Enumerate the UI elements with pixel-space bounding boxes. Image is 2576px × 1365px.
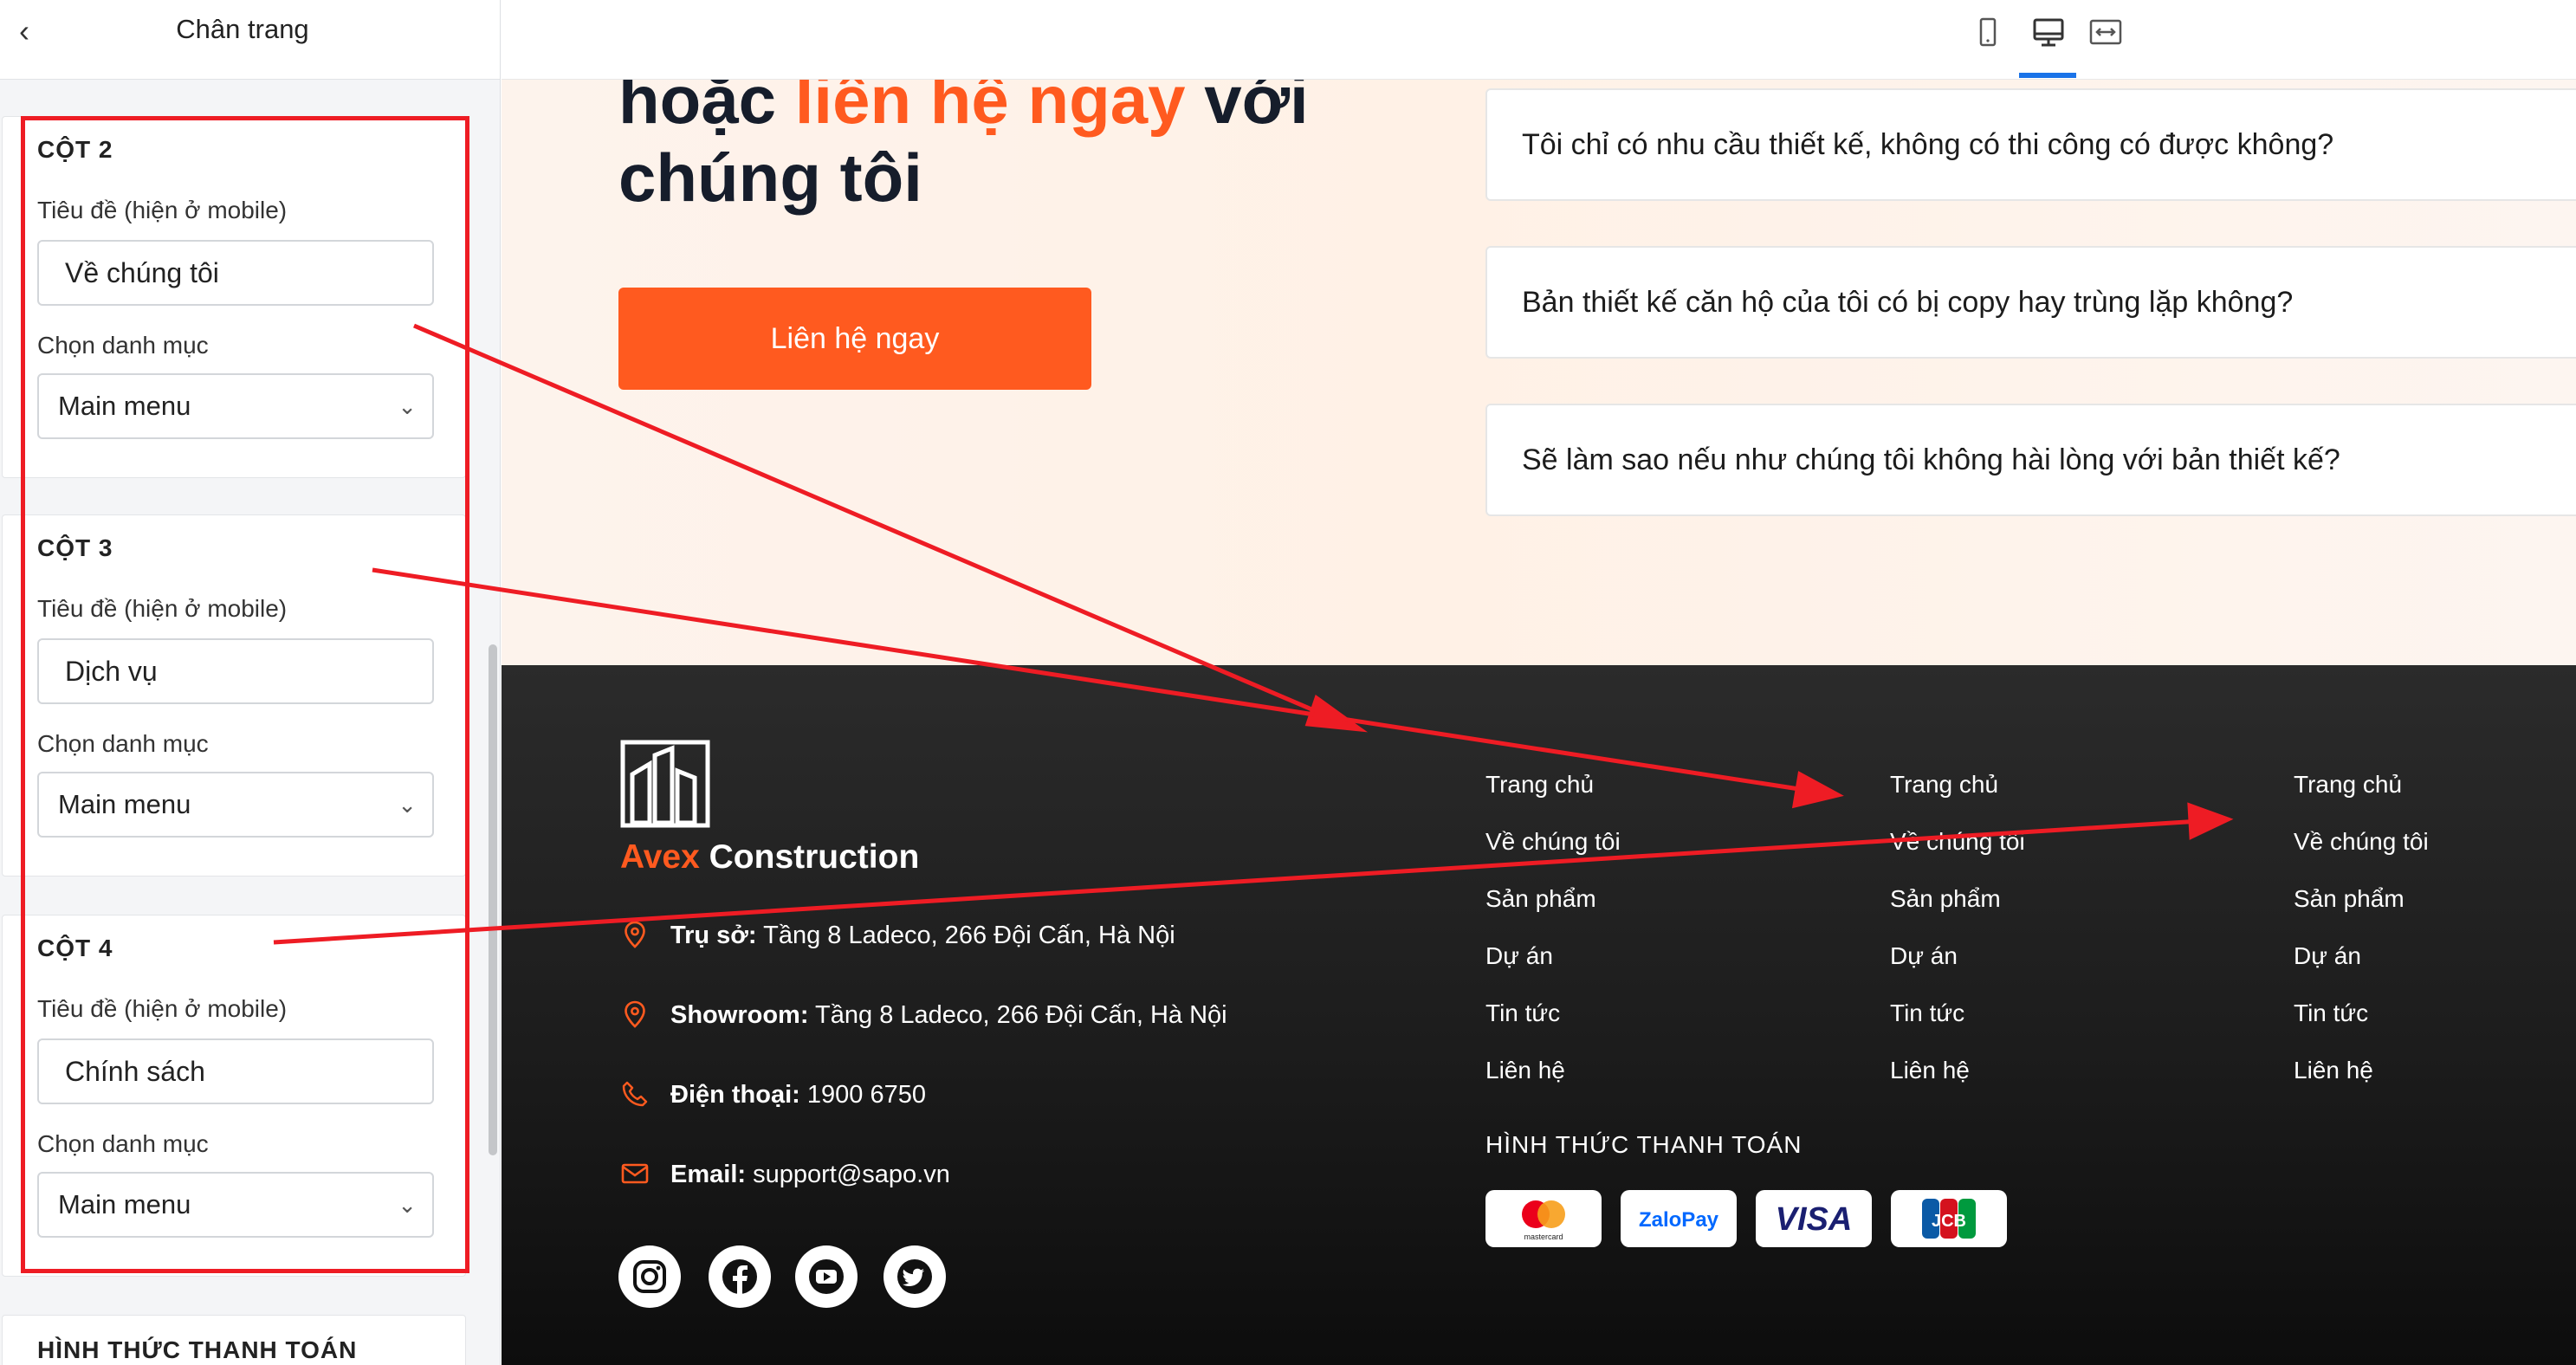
payment-section-card[interactable]: HÌNH THỨC THANH TOÁN: [2, 1315, 466, 1365]
jcb-label: JCB: [1932, 1212, 1966, 1231]
footer-menu-link[interactable]: Sản phẩm: [1485, 885, 1596, 913]
column-4-menu-select[interactable]: Main menu ⌄: [37, 1172, 434, 1238]
panel-scrollbar-thumb[interactable]: [489, 644, 497, 1155]
footer-menu-link[interactable]: Về chúng tôi: [1485, 828, 1621, 856]
column-3-menu-select[interactable]: Main menu ⌄: [37, 772, 434, 838]
phone-icon: [622, 1081, 648, 1107]
contact-label: Trụ sở:: [670, 922, 757, 949]
footer-menu-link[interactable]: Trang chủ: [1890, 771, 1998, 799]
faq-item[interactable]: Bản thiết kế căn hộ của tôi có bị copy h…: [1485, 246, 2576, 359]
column-2-title-label: Tiêu đề (hiện ở mobile): [37, 197, 288, 223]
twitter-icon[interactable]: [883, 1245, 946, 1308]
column-4-title: CỘT 4: [37, 935, 113, 961]
instagram-icon[interactable]: [618, 1245, 681, 1308]
payment-section-title: HÌNH THỨC THANH TOÁN: [37, 1336, 358, 1363]
footer-menu-link[interactable]: Tin tức: [1485, 999, 1560, 1027]
footer-menu-link[interactable]: Tin tức: [1890, 999, 1964, 1027]
column-4-title-label: Tiêu đề (hiện ở mobile): [37, 995, 288, 1022]
visa-label: VISA: [1776, 1201, 1853, 1238]
footer-menu-link[interactable]: Tin tức: [2294, 999, 2368, 1027]
column-3-card: CỘT 3 Tiêu đề (hiện ở mobile) Dịch vụ Ch…: [2, 514, 466, 877]
active-view-indicator: [2019, 73, 2076, 78]
footer-menu-link[interactable]: Dự án: [2294, 942, 2361, 970]
contact-now-button[interactable]: Liên hệ ngay: [618, 288, 1091, 390]
column-2-title-input[interactable]: Về chúng tôi: [37, 240, 434, 306]
footer-menu-link[interactable]: Liên hệ: [1485, 1057, 1565, 1084]
chevron-down-icon: ⌄: [398, 792, 417, 818]
column-2-menu-select[interactable]: Main menu ⌄: [37, 373, 434, 439]
hero-heading-accent: liên hệ ngay: [794, 80, 1186, 138]
hero-heading-prefix: hoặc: [618, 80, 795, 138]
mail-icon: [621, 1163, 649, 1184]
footer-menu-link[interactable]: Liên hệ: [1890, 1057, 1970, 1084]
zalopay-badge: ZaloPay: [1621, 1190, 1737, 1247]
footer-menu-link[interactable]: Sản phẩm: [2294, 885, 2404, 913]
column-4-card: CỘT 4 Tiêu đề (hiện ở mobile) Chính sách…: [2, 915, 466, 1277]
fullwidth-view-icon[interactable]: [2087, 16, 2125, 50]
zalopay-label: ZaloPay: [1639, 1208, 1719, 1232]
mastercard-badge: mastercard: [1485, 1190, 1602, 1247]
footer-menu-link[interactable]: Trang chủ: [1485, 771, 1594, 799]
logo-building-icon: [620, 740, 710, 828]
youtube-icon[interactable]: [795, 1245, 858, 1308]
footer-menu-link[interactable]: Dự án: [1485, 942, 1553, 970]
payment-methods-heading: HÌNH THỨC THANH TOÁN: [1485, 1131, 1803, 1158]
map-pin-icon: [625, 921, 645, 948]
contact-label: Email:: [670, 1161, 747, 1188]
chevron-down-icon: ⌄: [398, 393, 417, 419]
facebook-icon[interactable]: [709, 1245, 771, 1308]
column-4-title-input[interactable]: Chính sách: [37, 1038, 434, 1104]
faq-question: Sẽ làm sao nếu như chúng tôi không hài l…: [1522, 443, 2340, 476]
mastercard-label: mastercard: [1524, 1232, 1563, 1241]
panel-header: ‹ Chân trang: [0, 0, 500, 80]
logo-wordmark[interactable]: Avex Construction: [620, 838, 919, 877]
faq-question: Bản thiết kế căn hộ của tôi có bị copy h…: [1522, 286, 2294, 319]
contact-label: Điện thoại:: [670, 1081, 800, 1109]
footer-menu-link[interactable]: Về chúng tôi: [2294, 828, 2429, 856]
logo-accent: Avex: [620, 838, 700, 876]
column-2-menu-value: Main menu: [58, 391, 191, 421]
faq-question: Tôi chỉ có nhu cầu thiết kế, không có th…: [1522, 128, 2334, 161]
hero-heading-suffix: với: [1185, 80, 1309, 138]
jcb-badge: JCB: [1891, 1190, 2007, 1247]
column-4-menu-label: Chọn danh mục: [37, 1130, 209, 1157]
footer-menu-link[interactable]: Liên hệ: [2294, 1057, 2373, 1084]
hero-heading-line1: hoặc liên hệ ngay với: [618, 80, 1309, 139]
footer-menu-link[interactable]: Sản phẩm: [1890, 885, 2001, 913]
footer-menu-link[interactable]: Về chúng tôi: [1890, 828, 2025, 856]
faq-item[interactable]: Sẽ làm sao nếu như chúng tôi không hài l…: [1485, 404, 2576, 516]
column-2-card: CỘT 2 Tiêu đề (hiện ở mobile) Về chúng t…: [2, 116, 466, 478]
column-3-title-input[interactable]: Dịch vụ: [37, 638, 434, 704]
contact-value[interactable]: support@sapo.vn: [746, 1161, 950, 1188]
contact-hero-section: hoặc liên hệ ngay với chúng tôi Liên hệ …: [502, 80, 2576, 665]
contact-value: Tầng 8 Ladeco, 266 Đội Cấn, Hà Nội: [808, 1001, 1227, 1029]
map-pin-icon: [625, 1000, 645, 1028]
footer-menu-link[interactable]: Dự án: [1890, 942, 1958, 970]
column-2-title: CỘT 2: [37, 136, 113, 163]
column-4-menu-value: Main menu: [58, 1189, 191, 1219]
settings-panel: ‹ Chân trang CỘT 2 Tiêu đề (hiện ở mobil…: [0, 0, 501, 1365]
column-3-menu-value: Main menu: [58, 789, 191, 819]
panel-title: Chân trang: [176, 14, 309, 44]
column-2-menu-label: Chọn danh mục: [37, 332, 209, 359]
visa-badge: VISA: [1756, 1190, 1872, 1247]
column-3-title: CỘT 3: [37, 534, 113, 561]
preview-toolbar: [502, 0, 2576, 80]
footer-menu-link[interactable]: Trang chủ: [2294, 771, 2402, 799]
chevron-down-icon: ⌄: [398, 1192, 417, 1218]
desktop-view-icon[interactable]: [2029, 16, 2068, 50]
faq-item[interactable]: Tôi chỉ có nhu cầu thiết kế, không có th…: [1485, 88, 2576, 201]
contact-value[interactable]: 1900 6750: [800, 1081, 926, 1109]
column-3-menu-label: Chọn danh mục: [37, 730, 209, 757]
contact-value: Tầng 8 Ladeco, 266 Đội Cấn, Hà Nội: [756, 922, 1175, 949]
column-3-title-label: Tiêu đề (hiện ở mobile): [37, 595, 288, 622]
contact-label: Showroom:: [670, 1001, 809, 1029]
logo-rest: Construction: [699, 838, 920, 876]
mobile-view-icon[interactable]: [1969, 16, 2007, 50]
hero-heading-line2: chúng tôi: [618, 139, 922, 216]
